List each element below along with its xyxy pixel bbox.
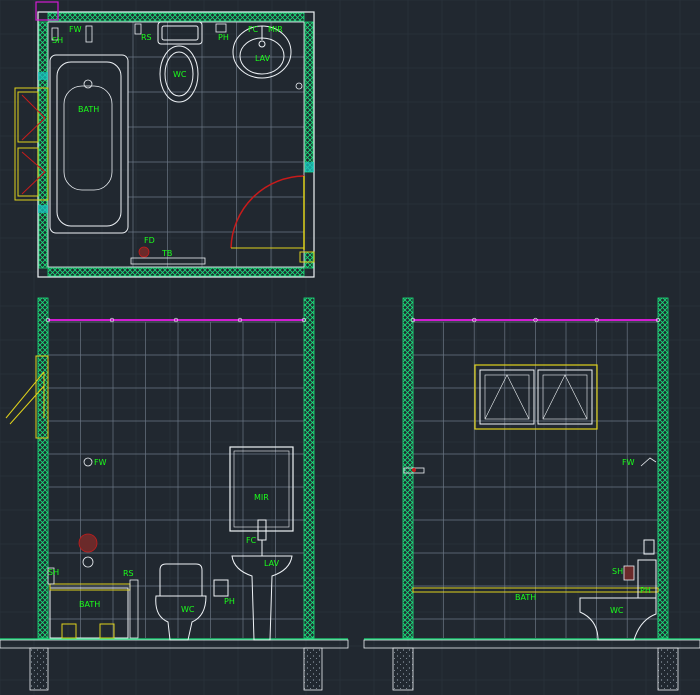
- elevation-left-wall-tiles: [47, 321, 304, 638]
- elevation-left: FW SH RS BATH WC PH FC LAV MIR: [0, 297, 349, 691]
- elevation-left-label-fc: FC: [246, 536, 257, 545]
- floor-plan: FW SH RS PH FC MIR WC LAV BATH FD TB: [14, 1, 315, 278]
- elevation-left-label-fw: FW: [94, 458, 107, 467]
- elevation-left-toilet: [155, 563, 229, 641]
- plan-wall-right-lower: [304, 251, 314, 269]
- plan-wall-right: [304, 21, 314, 173]
- plan-door: [230, 175, 315, 263]
- plan-label-rs: RS: [141, 33, 152, 42]
- elevation-right-floor-slab: [363, 638, 700, 691]
- elevation-left-mirror: [229, 446, 294, 532]
- plan-wall-bottom: [47, 267, 305, 277]
- elevation-right-label-ph: PH: [640, 586, 651, 595]
- plan-label-fd: FD: [144, 236, 155, 245]
- elevation-left-label-sh: SH: [48, 568, 59, 577]
- plan-label-sh: SH: [52, 36, 63, 45]
- plan-floor-tiles: [128, 21, 304, 268]
- elevation-right-label-sh: SH: [612, 567, 623, 576]
- elevation-left-bathtub: [49, 583, 131, 639]
- plan-label-lav: LAV: [255, 54, 271, 63]
- elevation-left-label-mir: MIR: [254, 493, 269, 502]
- elevation-right-label-fw: FW: [622, 458, 635, 467]
- elevation-left-lavatory: [231, 519, 293, 641]
- elevation-right-window: [474, 364, 598, 430]
- plan-bathtub: [49, 54, 129, 234]
- elevation-left-floor-slab: [0, 638, 349, 691]
- plan-label-tb: TB: [161, 249, 172, 258]
- elevation-right-label-wc: WC: [610, 606, 624, 615]
- elevation-right-wall-tiles: [412, 321, 659, 638]
- plan-label-fw: FW: [69, 25, 82, 34]
- elevation-left-label-lav: LAV: [264, 559, 280, 568]
- plan-label-mir: MIR: [268, 25, 283, 34]
- cad-drawing: FW SH RS PH FC MIR WC LAV BATH FD TB FW …: [0, 0, 700, 695]
- elevation-left-label-ph: PH: [224, 597, 235, 606]
- elevation-left-fixtures: [47, 457, 139, 639]
- plan-label-wc: WC: [173, 70, 187, 79]
- elevation-left-label-bath: BATH: [79, 600, 100, 609]
- elevation-left-label-rs: RS: [123, 569, 134, 578]
- plan-label-bath: BATH: [78, 105, 99, 114]
- plan-wall-left: [38, 21, 48, 269]
- elevation-right-wall-right: [657, 297, 669, 639]
- elevation-right-label-bath: BATH: [515, 593, 536, 602]
- plan-label-ph: PH: [218, 33, 229, 42]
- elevation-left-wall-left: [37, 297, 49, 639]
- background-grid: [0, 0, 700, 695]
- plan-label-fc: FC: [248, 25, 259, 34]
- elevation-right: FW SH BATH WC PH: [363, 297, 700, 691]
- plan-wall-top: [47, 12, 305, 22]
- plan-outer-wall: [37, 11, 315, 278]
- elevation-left-wall-right: [303, 297, 315, 639]
- elevation-left-label-wc: WC: [181, 605, 195, 614]
